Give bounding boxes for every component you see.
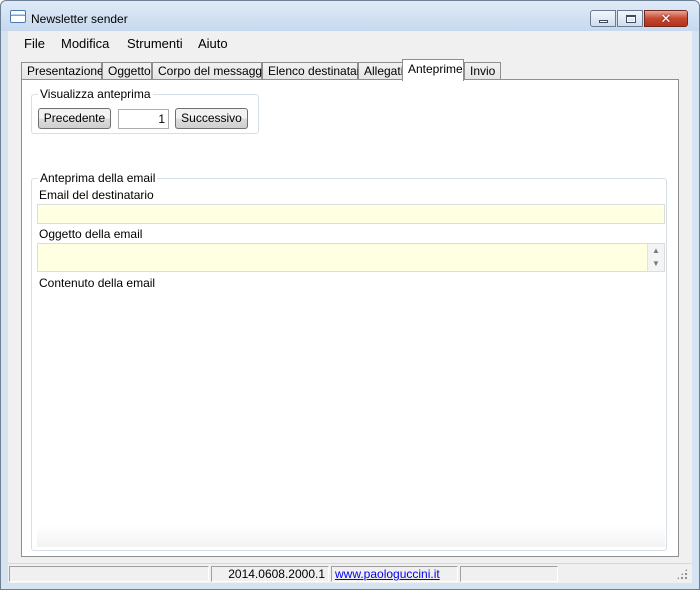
website-link[interactable]: www.paologuccini.it bbox=[335, 567, 440, 581]
menu-bar: File Modifica Strumenti Aiuto bbox=[8, 31, 692, 55]
menu-file[interactable]: File bbox=[24, 36, 45, 51]
content-label: Contenuto della email bbox=[39, 276, 156, 290]
recipient-field[interactable] bbox=[37, 204, 665, 224]
scroll-up-icon[interactable]: ▲ bbox=[648, 244, 664, 258]
client-area: File Modifica Strumenti Aiuto Presentazi… bbox=[8, 31, 692, 583]
menu-modifica[interactable]: Modifica bbox=[61, 36, 109, 51]
tab-anteprime[interactable]: Anteprime bbox=[402, 59, 464, 81]
title-bar[interactable]: Newsletter sender ✕ bbox=[1, 1, 699, 31]
maximize-icon bbox=[626, 15, 636, 23]
email-preview-group: Anteprima della email Email del destinat… bbox=[31, 171, 667, 551]
status-version: 2014.0608.2000.1 bbox=[211, 566, 329, 582]
next-button[interactable]: Successivo bbox=[175, 108, 248, 129]
maximize-button[interactable] bbox=[617, 10, 643, 27]
menu-aiuto[interactable]: Aiuto bbox=[198, 36, 228, 51]
status-bar: 2014.0608.2000.1 www.paologuccini.it bbox=[8, 563, 692, 583]
subject-field[interactable]: ▲ ▼ bbox=[37, 243, 665, 272]
close-icon: ✕ bbox=[660, 11, 672, 26]
close-button[interactable]: ✕ bbox=[644, 10, 688, 27]
preview-index-field[interactable]: 1 bbox=[118, 109, 169, 129]
subject-label: Oggetto della email bbox=[39, 227, 143, 241]
app-window: Newsletter sender ✕ File Modifica Strume… bbox=[0, 0, 700, 590]
window-controls: ✕ bbox=[589, 10, 688, 27]
previous-button[interactable]: Precedente bbox=[38, 108, 111, 129]
content-toolbar-strip bbox=[37, 525, 665, 547]
subject-scrollbar[interactable]: ▲ ▼ bbox=[647, 244, 664, 271]
app-window-icon bbox=[10, 10, 26, 23]
minimize-button[interactable] bbox=[590, 10, 616, 27]
scroll-down-icon[interactable]: ▼ bbox=[648, 257, 664, 271]
menu-strumenti[interactable]: Strumenti bbox=[127, 36, 183, 51]
recipient-label: Email del destinatario bbox=[39, 188, 154, 202]
tab-panel-anteprime: Visualizza anteprima Precedente 1 Succes… bbox=[21, 79, 679, 557]
status-panel-empty-2 bbox=[460, 566, 558, 582]
minimize-icon bbox=[599, 20, 608, 23]
resize-grip-icon[interactable] bbox=[676, 568, 688, 580]
email-preview-group-title: Anteprima della email bbox=[38, 171, 158, 185]
preview-nav-group: Visualizza anteprima Precedente 1 Succes… bbox=[31, 87, 259, 134]
preview-nav-group-title: Visualizza anteprima bbox=[38, 87, 153, 101]
status-panel-empty-1 bbox=[9, 566, 209, 582]
window-title: Newsletter sender bbox=[31, 12, 128, 26]
content-area[interactable] bbox=[37, 292, 665, 547]
status-link-panel: www.paologuccini.it bbox=[331, 566, 458, 582]
